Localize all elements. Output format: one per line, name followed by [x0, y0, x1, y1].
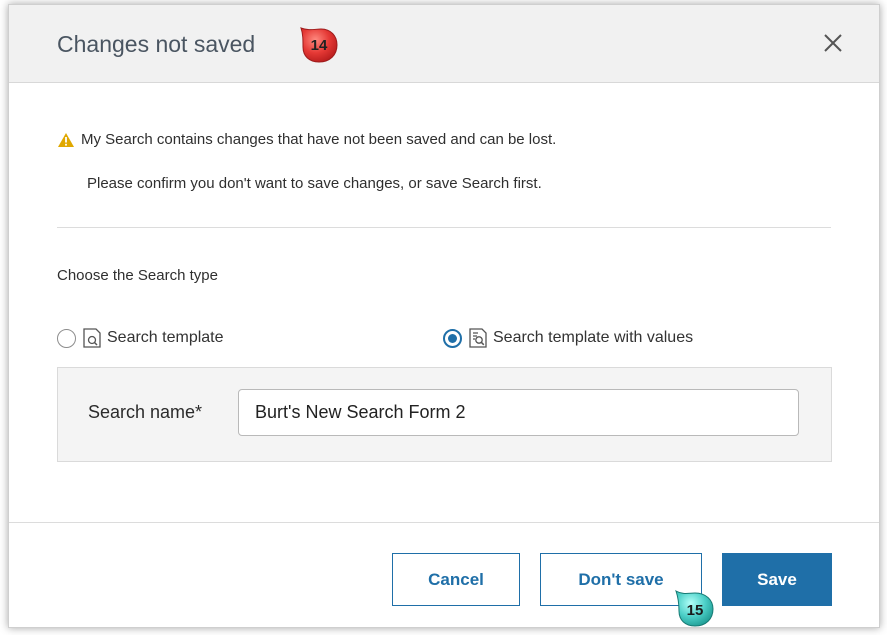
radio-button-checked[interactable]: [443, 328, 462, 348]
search-name-panel: Search name*: [57, 367, 832, 462]
radio-button[interactable]: [57, 328, 76, 348]
search-template-icon: [82, 327, 102, 349]
warning-icon: [58, 132, 74, 147]
dialog-title: Changes not saved: [57, 31, 256, 57]
step-callout-15: 15: [673, 589, 715, 629]
search-template-values-icon: [468, 327, 488, 349]
search-type-label: Choose the Search type: [57, 267, 218, 284]
callout-number: 15: [686, 601, 704, 619]
footer-divider: [9, 522, 879, 523]
option-label: Search template: [107, 329, 224, 346]
section-divider: [57, 227, 831, 228]
close-icon: [824, 34, 842, 52]
close-button[interactable]: [817, 27, 849, 59]
dialog-header: Changes not saved 14: [9, 5, 879, 83]
warning-text: My Search contains changes that have not…: [81, 131, 557, 148]
cancel-button[interactable]: Cancel: [392, 553, 520, 606]
step-callout-14: 14: [297, 25, 339, 65]
save-button[interactable]: Save: [722, 553, 832, 606]
radio-search-template[interactable]: Search template: [57, 327, 224, 349]
callout-number: 14: [310, 36, 328, 54]
search-name-label: Search name*: [88, 402, 203, 422]
option-label: Search template with values: [493, 329, 694, 346]
changes-not-saved-dialog: Changes not saved 14 My Search contains …: [8, 4, 880, 628]
search-name-input[interactable]: [238, 389, 799, 436]
confirm-text: Please confirm you don't want to save ch…: [87, 175, 542, 192]
radio-search-template-with-values[interactable]: Search template with values: [443, 327, 693, 349]
warning-message: My Search contains changes that have not…: [57, 131, 556, 148]
